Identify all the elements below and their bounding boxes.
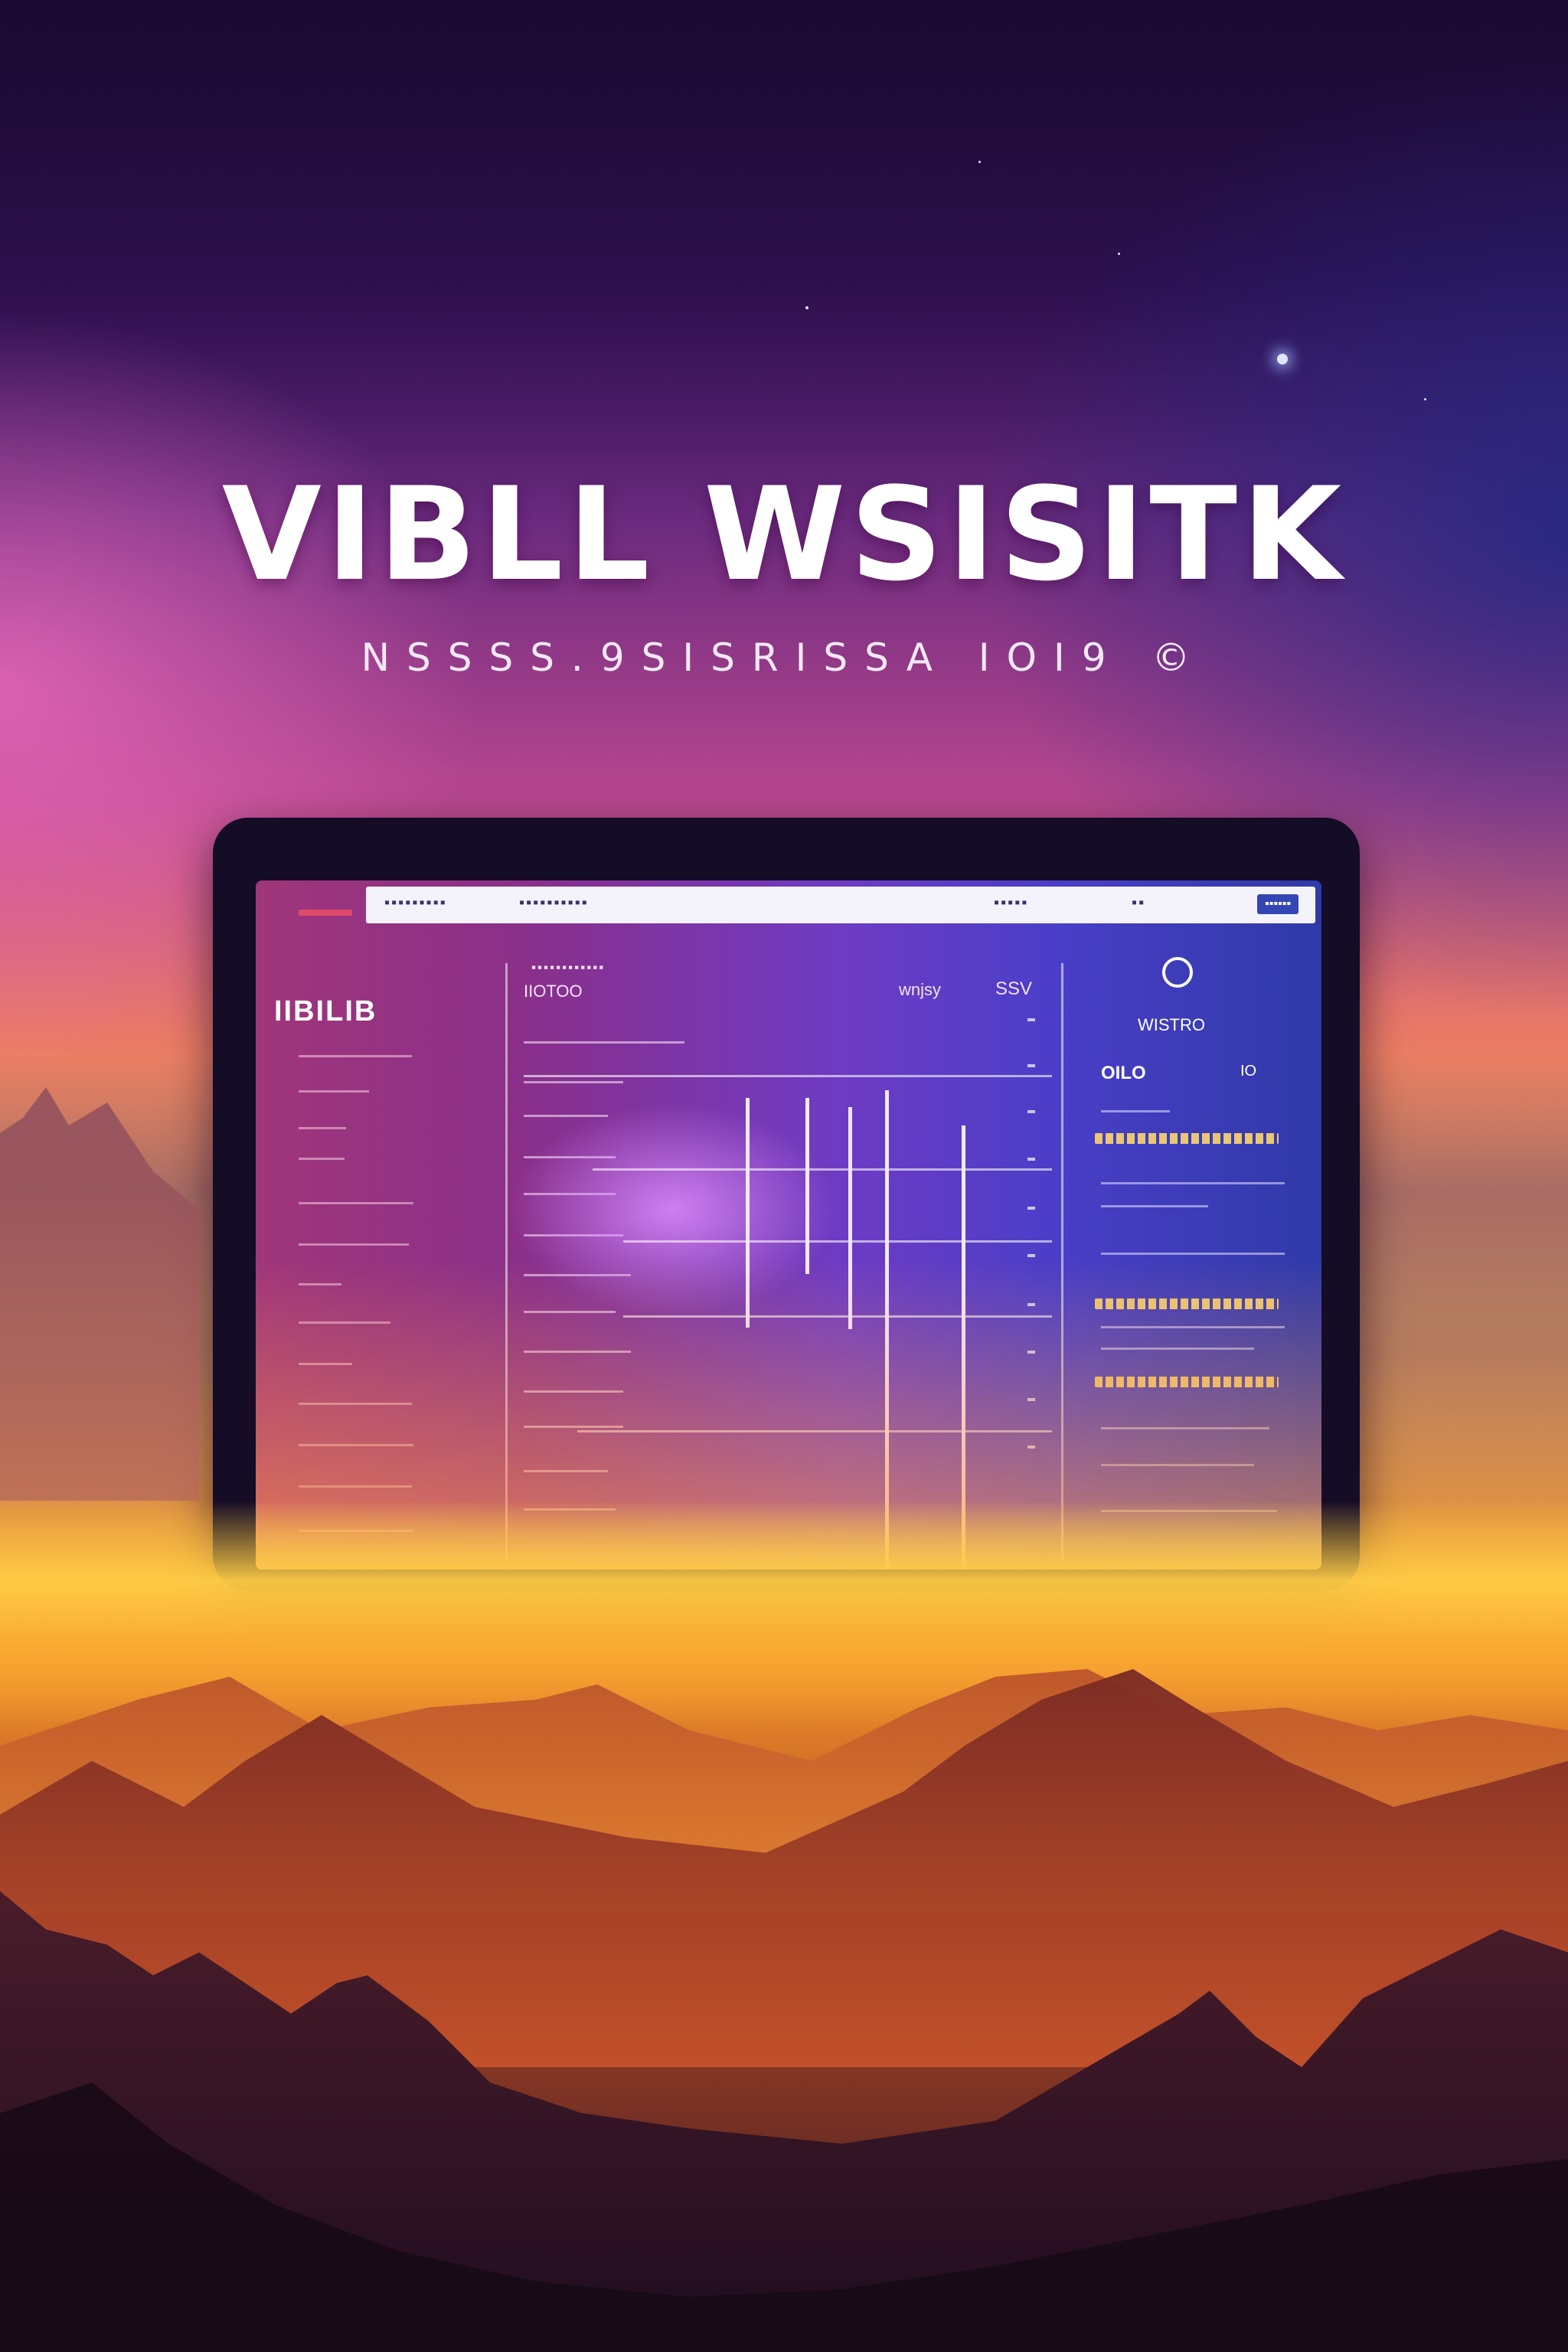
top-action-button[interactable]: ▪▪▪▪▪▪ xyxy=(1256,894,1298,914)
star xyxy=(1277,354,1288,364)
nav-link[interactable]: ▪▪▪▪▪▪▪▪▪▪ xyxy=(519,894,589,912)
sidebar-title: IIBILIB xyxy=(274,995,377,1027)
panel-header: WISTRO xyxy=(1138,1015,1205,1034)
star xyxy=(805,306,808,309)
nav-link[interactable]: ▪▪ xyxy=(1132,894,1145,912)
profile-icon[interactable] xyxy=(1162,957,1193,988)
distant-peaks xyxy=(0,1087,199,1501)
chart-row xyxy=(524,1041,684,1044)
star xyxy=(1424,398,1426,400)
axis-tick xyxy=(1027,1064,1035,1067)
nav-link[interactable]: ▪▪▪▪▪▪▪▪▪ xyxy=(384,894,447,912)
chart-header: IIOTOO xyxy=(524,982,583,1001)
chart-corner-label: SSV xyxy=(995,978,1033,999)
nav-brand-mark xyxy=(299,910,352,916)
star xyxy=(978,161,981,163)
dashboard-top-bar: ▪▪▪▪▪▪▪▪▪ ▪▪▪▪▪▪▪▪▪▪ ▪▪▪▪▪ ▪▪ ▪▪▪▪▪▪ xyxy=(366,887,1315,923)
subheadline: NSSSS.9SISRISSA IOI9 © xyxy=(361,635,1207,680)
sidebar-item[interactable] xyxy=(299,1055,412,1057)
chart-title-small: ▪▪▪▪▪▪▪▪▪▪▪▪ xyxy=(531,960,606,975)
mountain-range xyxy=(0,1087,1568,2352)
nav-link[interactable]: ▪▪▪▪▪ xyxy=(994,894,1028,912)
axis-tick xyxy=(1027,1018,1035,1021)
headline: VIBLL WSISITK xyxy=(221,459,1347,609)
chart-corner-label: wnjsy xyxy=(899,980,942,999)
star xyxy=(1118,253,1120,255)
